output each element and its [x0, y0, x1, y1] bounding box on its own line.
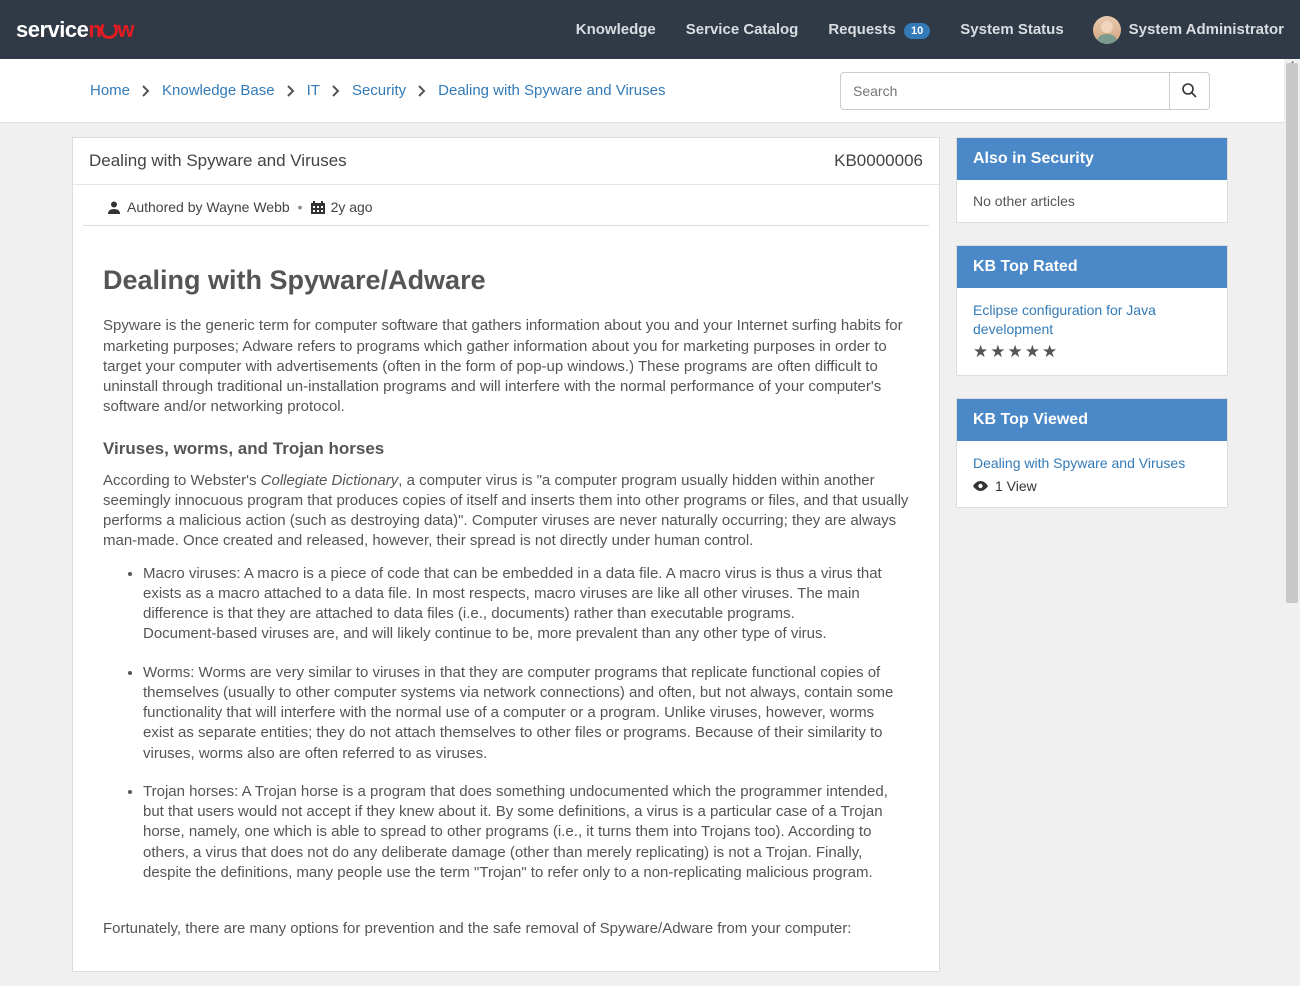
article-meta: Authored by Wayne Webb • 2y ago — [83, 185, 929, 226]
crumb-current[interactable]: Dealing with Spyware and Viruses — [438, 82, 665, 99]
avatar[interactable] — [1093, 16, 1121, 44]
chevron-right-icon — [332, 85, 340, 97]
breadcrumb-bar: Home Knowledge Base IT Security Dealing … — [0, 59, 1300, 123]
p2-a: According to Webster's — [103, 472, 261, 489]
article-h1: Dealing with Spyware/Adware — [103, 262, 909, 298]
nav-system-status[interactable]: System Status — [945, 21, 1078, 38]
search-button[interactable] — [1170, 72, 1210, 110]
search-icon — [1182, 83, 1197, 98]
star-rating: ★★★★★ — [973, 342, 1211, 362]
article-header: Dealing with Spyware and Viruses KB00000… — [73, 138, 939, 185]
view-count-text: 1 View — [995, 478, 1037, 494]
list-item: Macro viruses: A macro is a piece of cod… — [143, 564, 909, 645]
main-container: Dealing with Spyware and Viruses KB00000… — [0, 123, 1300, 986]
article-body: Dealing with Spyware/Adware Spyware is t… — [73, 226, 939, 971]
virus-list: Macro viruses: A macro is a piece of cod… — [103, 564, 909, 884]
kb-top-rated-panel: KB Top Rated Eclipse configuration for J… — [956, 245, 1228, 376]
p2-em: Collegiate Dictionary — [261, 472, 399, 489]
chevron-right-icon — [418, 85, 426, 97]
crumb-home[interactable]: Home — [90, 82, 130, 99]
list-item: Trojan horses: A Trojan horse is a progr… — [143, 782, 909, 883]
article-p3: Fortunately, there are many options for … — [103, 919, 909, 939]
user-name[interactable]: System Administrator — [1129, 21, 1284, 38]
top-nav: servicenw Knowledge Service Catalog Requ… — [0, 0, 1300, 59]
breadcrumb: Home Knowledge Base IT Security Dealing … — [90, 82, 840, 99]
li1b: Document-based viruses are, and will lik… — [143, 625, 827, 642]
chevron-right-icon — [142, 85, 150, 97]
nav-service-catalog[interactable]: Service Catalog — [671, 21, 814, 38]
scroll-thumb[interactable] — [1286, 63, 1298, 603]
article-age: 2y ago — [331, 199, 373, 215]
search-input[interactable] — [840, 72, 1170, 110]
article-panel: Dealing with Spyware and Viruses KB00000… — [72, 137, 940, 972]
meta-separator: • — [298, 199, 303, 215]
servicenow-logo[interactable]: servicenw — [16, 17, 134, 43]
chevron-right-icon — [287, 85, 295, 97]
nav-requests-label: Requests — [828, 21, 896, 38]
scrollbar[interactable]: ▲ — [1284, 59, 1300, 863]
nav-requests[interactable]: Requests 10 — [813, 21, 945, 38]
search-group — [840, 72, 1210, 110]
article-p2: According to Webster's Collegiate Dictio… — [103, 471, 909, 552]
also-in-security-panel: Also in Security No other articles — [956, 137, 1228, 223]
kb-top-rated-header: KB Top Rated — [957, 246, 1227, 288]
crumb-it[interactable]: IT — [307, 82, 320, 99]
kb-top-viewed-panel: KB Top Viewed Dealing with Spyware and V… — [956, 398, 1228, 508]
eye-icon — [973, 481, 988, 491]
crumb-knowledge-base[interactable]: Knowledge Base — [162, 82, 275, 99]
article-kb-id: KB0000006 — [834, 151, 923, 171]
requests-count-badge: 10 — [904, 23, 930, 39]
view-count: 1 View — [973, 478, 1211, 494]
crumb-security[interactable]: Security — [352, 82, 406, 99]
kb-top-viewed-header: KB Top Viewed — [957, 399, 1227, 441]
calendar-icon — [311, 201, 325, 214]
article-author: Authored by Wayne Webb — [127, 199, 290, 215]
li1a: Macro viruses: A macro is a piece of cod… — [143, 565, 882, 623]
article-h3: Viruses, worms, and Trojan horses — [103, 438, 909, 461]
top-rated-link[interactable]: Eclipse configuration for Java developme… — [973, 301, 1211, 339]
article-intro: Spyware is the generic term for computer… — [103, 316, 909, 417]
list-item: Worms: Worms are very similar to viruses… — [143, 663, 909, 764]
top-viewed-link[interactable]: Dealing with Spyware and Viruses — [973, 454, 1211, 473]
sidebar: Also in Security No other articles KB To… — [956, 137, 1228, 530]
user-icon — [107, 200, 121, 214]
nav-knowledge[interactable]: Knowledge — [561, 21, 671, 38]
article-title: Dealing with Spyware and Viruses — [89, 151, 347, 171]
also-in-security-body: No other articles — [957, 180, 1227, 222]
also-in-security-header: Also in Security — [957, 138, 1227, 180]
